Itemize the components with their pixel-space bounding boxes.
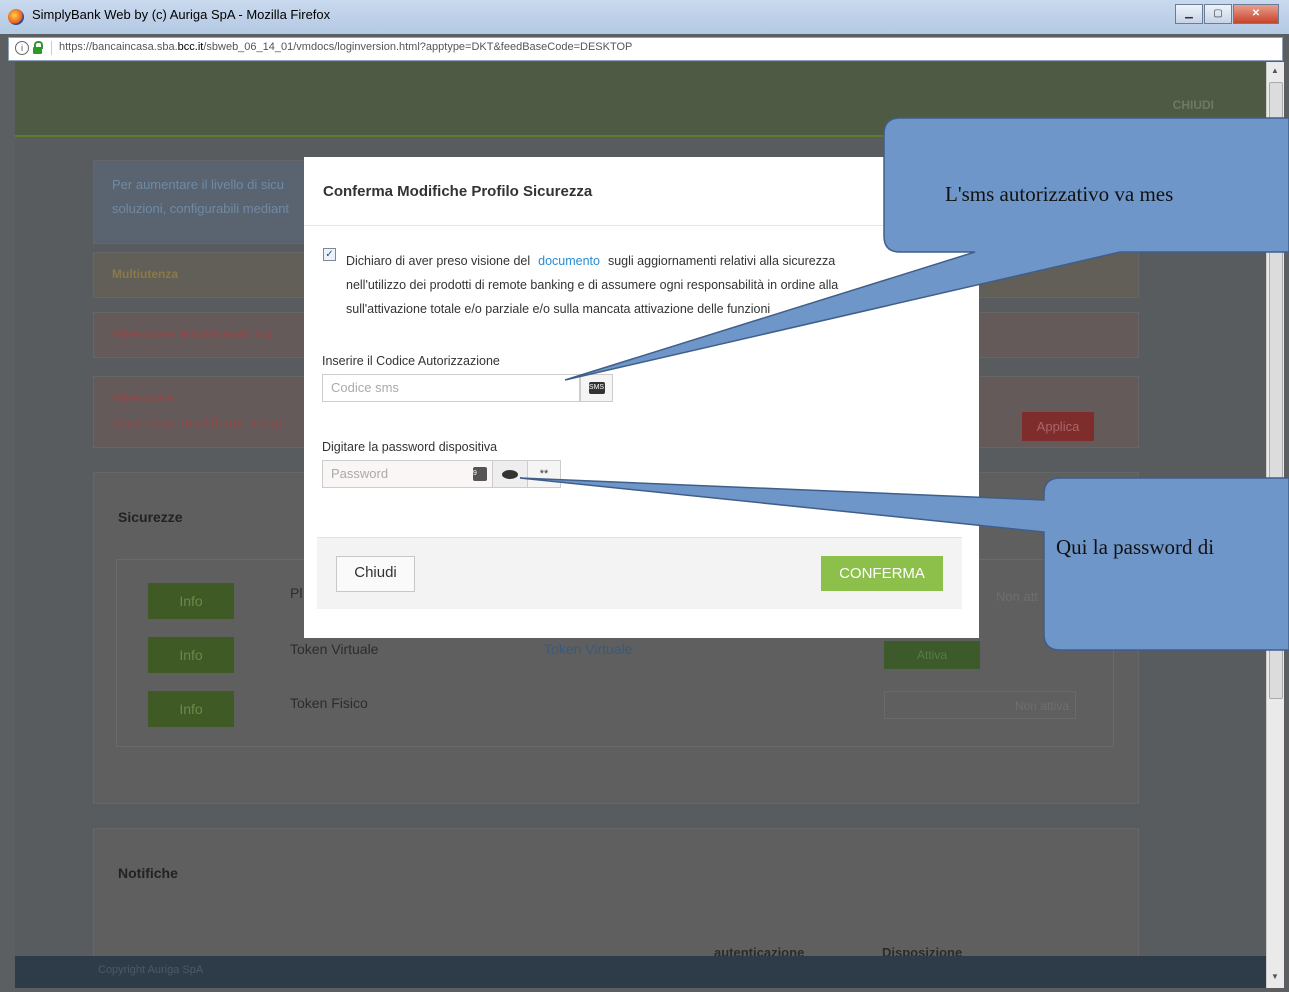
callout-bottom-text: Qui la password di [1056, 535, 1215, 559]
callout-top-text: L'sms autorizzativo va mes [945, 182, 1174, 206]
callout-top-bubble [564, 117, 1289, 381]
callout-shapes [519, 117, 1289, 651]
callout-bottom-bubble [519, 477, 1289, 651]
